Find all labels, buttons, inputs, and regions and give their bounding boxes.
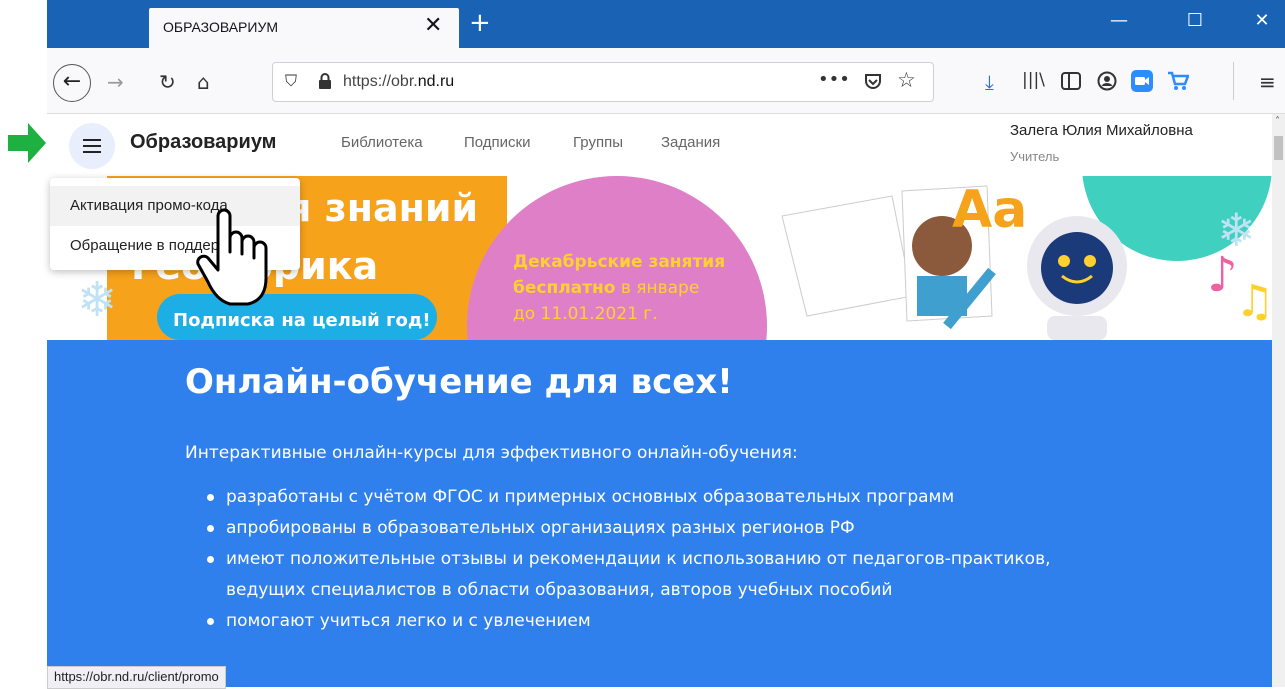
- svg-text:♫: ♫: [1235, 276, 1272, 327]
- list-item: помогают учиться легко и с увлечением: [204, 606, 1104, 637]
- status-bar-url: https://obr.nd.ru/client/promo: [47, 666, 226, 689]
- browser-tab[interactable]: ОБРАЗОВАРИУМ ✕: [149, 8, 459, 48]
- zoom-extension-icon[interactable]: [1131, 70, 1153, 92]
- banner-line1: я знаний: [287, 186, 479, 230]
- banner-promo-line2: бесплатно в январе: [513, 278, 700, 298]
- more-actions-icon[interactable]: •••: [818, 69, 850, 90]
- hand-cursor-icon: [196, 208, 268, 306]
- lock-icon[interactable]: [318, 73, 332, 90]
- hero-bullet-list: разработаны с учётом ФГОС и примерных ос…: [204, 482, 1104, 637]
- site-brand[interactable]: Образовариум: [130, 131, 276, 154]
- menu-icon[interactable]: ≡: [1259, 70, 1276, 94]
- maximize-icon[interactable]: ☐: [1185, 10, 1205, 31]
- user-role: Учитель: [1010, 149, 1060, 164]
- library-icon[interactable]: |||\: [1022, 70, 1045, 90]
- shopping-cart-icon[interactable]: [1167, 71, 1189, 91]
- nav-groups[interactable]: Группы: [573, 134, 623, 151]
- page-scrollbar[interactable]: ˄: [1272, 114, 1285, 687]
- account-icon[interactable]: [1097, 71, 1117, 91]
- forward-arrow-icon[interactable]: →: [107, 70, 124, 94]
- shield-icon[interactable]: ⛉: [285, 71, 297, 91]
- list-item: разработаны с учётом ФГОС и примерных ос…: [204, 482, 1104, 513]
- banner-promo-line3: до 11.01.2021 г.: [513, 304, 658, 324]
- tab-close-icon[interactable]: ✕: [424, 13, 442, 38]
- url-text[interactable]: https://obr.nd.ru: [343, 73, 454, 91]
- reload-icon[interactable]: ↻: [159, 70, 176, 94]
- svg-text:❄: ❄: [77, 272, 117, 328]
- browser-toolbar: ← → ↻ ⌂ ⛉ https://obr.nd.ru ••• ☆ ⤓ |||\: [47, 48, 1285, 114]
- list-item: апробированы в образовательных организац…: [204, 513, 1104, 544]
- banner-subscription: Подписка на целый год!: [173, 310, 431, 331]
- pointer-arrow-icon: [8, 123, 46, 163]
- scroll-up-icon[interactable]: ˄: [1275, 116, 1280, 127]
- home-icon[interactable]: ⌂: [197, 70, 210, 94]
- svg-text:❄: ❄: [1217, 203, 1256, 257]
- hamburger-menu-icon[interactable]: [69, 123, 115, 169]
- nav-subscriptions[interactable]: Подписки: [464, 134, 531, 151]
- hero-section: Онлайн-обучение для всех! Интерактивные …: [47, 340, 1272, 687]
- pocket-icon[interactable]: [863, 72, 883, 92]
- bookmark-star-icon[interactable]: ☆: [897, 68, 916, 92]
- tab-title: ОБРАЗОВАРИУМ: [163, 19, 279, 35]
- new-tab-button[interactable]: +: [469, 8, 491, 38]
- nav-tasks[interactable]: Задания: [661, 134, 720, 151]
- minimize-icon[interactable]: —: [1109, 10, 1129, 31]
- hero-title: Онлайн-обучение для всех!: [185, 362, 733, 402]
- back-arrow-icon[interactable]: ←: [53, 64, 91, 102]
- url-bar[interactable]: ⛉ https://obr.nd.ru ••• ☆: [272, 62, 934, 102]
- window-close-icon[interactable]: ✕: [1252, 10, 1272, 31]
- download-icon[interactable]: ⤓: [985, 70, 994, 94]
- sidebar-icon[interactable]: [1061, 72, 1081, 90]
- site-header: Образовариум Библиотека Подписки Группы …: [47, 114, 1272, 176]
- list-item: имеют положительные отзывы и рекомендаци…: [204, 544, 1104, 606]
- hero-subtitle: Интерактивные онлайн-курсы для эффективн…: [185, 443, 798, 463]
- banner-letters: Aa: [952, 180, 1028, 240]
- banner-promo-line1: Декабрьские занятия: [513, 252, 726, 272]
- browser-titlebar: ОБРАЗОВАРИУМ ✕ + — ☐ ✕: [47, 0, 1285, 48]
- user-name[interactable]: Залега Юлия Михайловна: [1010, 122, 1193, 139]
- nav-library[interactable]: Библиотека: [341, 134, 423, 151]
